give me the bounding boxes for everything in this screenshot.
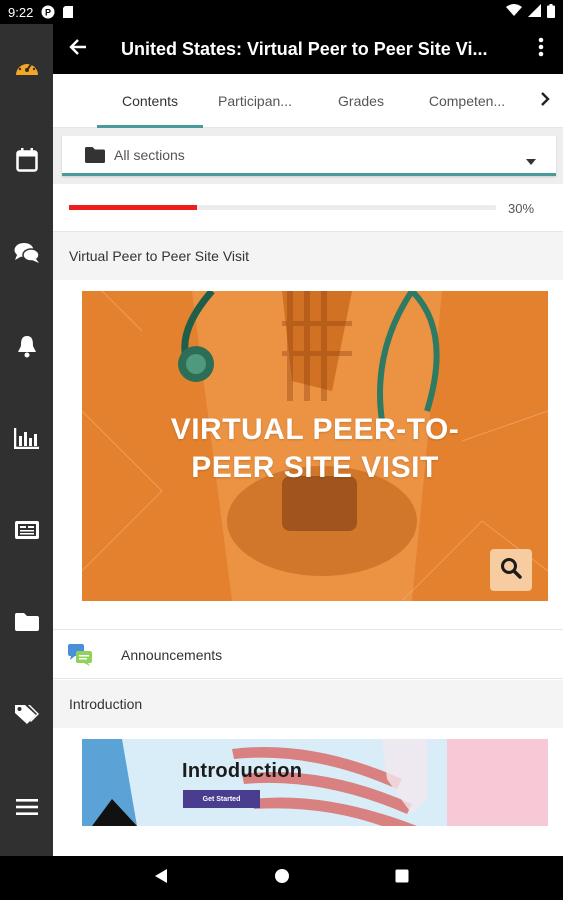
announcements-label: Announcements [121, 647, 223, 663]
speedometer-icon [14, 57, 40, 84]
more-vert-icon [538, 37, 544, 62]
chevron-down-icon [526, 152, 536, 165]
signal-icon [528, 4, 541, 20]
introduction-artwork [82, 739, 548, 826]
back-button[interactable] [53, 24, 103, 74]
sidebar-item-messages[interactable] [0, 235, 53, 275]
wifi-icon [506, 4, 522, 20]
more-options-button[interactable] [519, 24, 563, 74]
page-title: United States: Virtual Peer to Peer Site… [121, 38, 488, 59]
chevron-right-icon [540, 91, 550, 112]
section-header-introduction: Introduction [53, 680, 563, 728]
svg-text:P: P [45, 8, 51, 18]
announcements-item[interactable]: Announcements [53, 629, 563, 679]
arrow-left-icon [69, 38, 87, 60]
status-bar: 9:22 P [0, 0, 563, 24]
hamburger-icon [15, 798, 39, 821]
section-header: Virtual Peer to Peer Site Visit [53, 232, 563, 280]
recents-square-icon [395, 869, 409, 888]
system-nav-bar [0, 856, 563, 900]
course-banner-image: VIRTUAL PEER-TO- PEER SITE VISIT [82, 291, 548, 601]
banner-title-line-2: PEER SITE VISIT [191, 451, 439, 484]
sidebar-item-notifications[interactable] [0, 328, 53, 368]
folder-icon [84, 146, 106, 164]
app-screen: 9:22 P United States: Virtual Peer to Pe… [0, 0, 563, 900]
sidebar-item-tags[interactable] [0, 696, 53, 736]
battery-icon [547, 3, 555, 21]
tab-participants[interactable]: Participan... [203, 74, 307, 128]
home-circle-icon [274, 868, 290, 889]
p-icon: P [41, 5, 55, 19]
search-icon [500, 557, 522, 584]
sidebar [0, 24, 53, 856]
sd-card-icon [61, 5, 75, 19]
bell-icon [17, 334, 37, 363]
forum-icon [67, 643, 93, 667]
status-right-icons [506, 3, 555, 21]
sections-selected-value: All sections [114, 146, 185, 163]
calendar-icon [15, 147, 38, 177]
status-time: 9:22 [8, 4, 34, 20]
chat-icon [14, 242, 40, 269]
introduction-image: Introduction Get Started [82, 739, 548, 826]
back-triangle-icon [154, 868, 168, 889]
sidebar-item-badges[interactable] [0, 512, 53, 552]
sidebar-item-grades[interactable] [0, 420, 53, 460]
folder-icon [14, 612, 40, 637]
zoom-image-button[interactable] [490, 549, 532, 591]
sidebar-item-menu[interactable] [0, 789, 53, 829]
tab-grades[interactable]: Grades [315, 74, 407, 128]
course-progress: 30% [53, 184, 563, 232]
sections-dropdown[interactable]: All sections [62, 136, 556, 176]
banner-title-line-1: VIRTUAL PEER-TO- [170, 413, 460, 446]
bar-chart-icon [13, 427, 40, 454]
nav-recents-button[interactable] [380, 856, 424, 900]
tab-contents[interactable]: Contents [97, 74, 203, 128]
tabs-next-button[interactable] [527, 74, 563, 128]
app-bar: United States: Virtual Peer to Peer Site… [53, 24, 563, 74]
introduction-image-title: Introduction [182, 760, 303, 782]
sidebar-item-calendar[interactable] [0, 142, 53, 182]
progress-percent: 30% [508, 201, 535, 216]
sidebar-item-dashboard[interactable] [0, 50, 53, 90]
nav-home-button[interactable] [260, 856, 304, 900]
banner-title: VIRTUAL PEER-TO- PEER SITE VISIT [82, 411, 548, 487]
tab-bar: Contents Participan... Grades Competen..… [53, 74, 563, 128]
tags-icon [14, 703, 40, 730]
tab-competencies[interactable]: Competen... [417, 74, 517, 128]
get-started-button: Get Started [183, 790, 260, 808]
id-card-icon [14, 520, 40, 545]
sidebar-item-files[interactable] [0, 604, 53, 644]
progress-bar [69, 205, 496, 210]
nav-back-button[interactable] [139, 856, 183, 900]
progress-bar-fill [69, 205, 198, 210]
